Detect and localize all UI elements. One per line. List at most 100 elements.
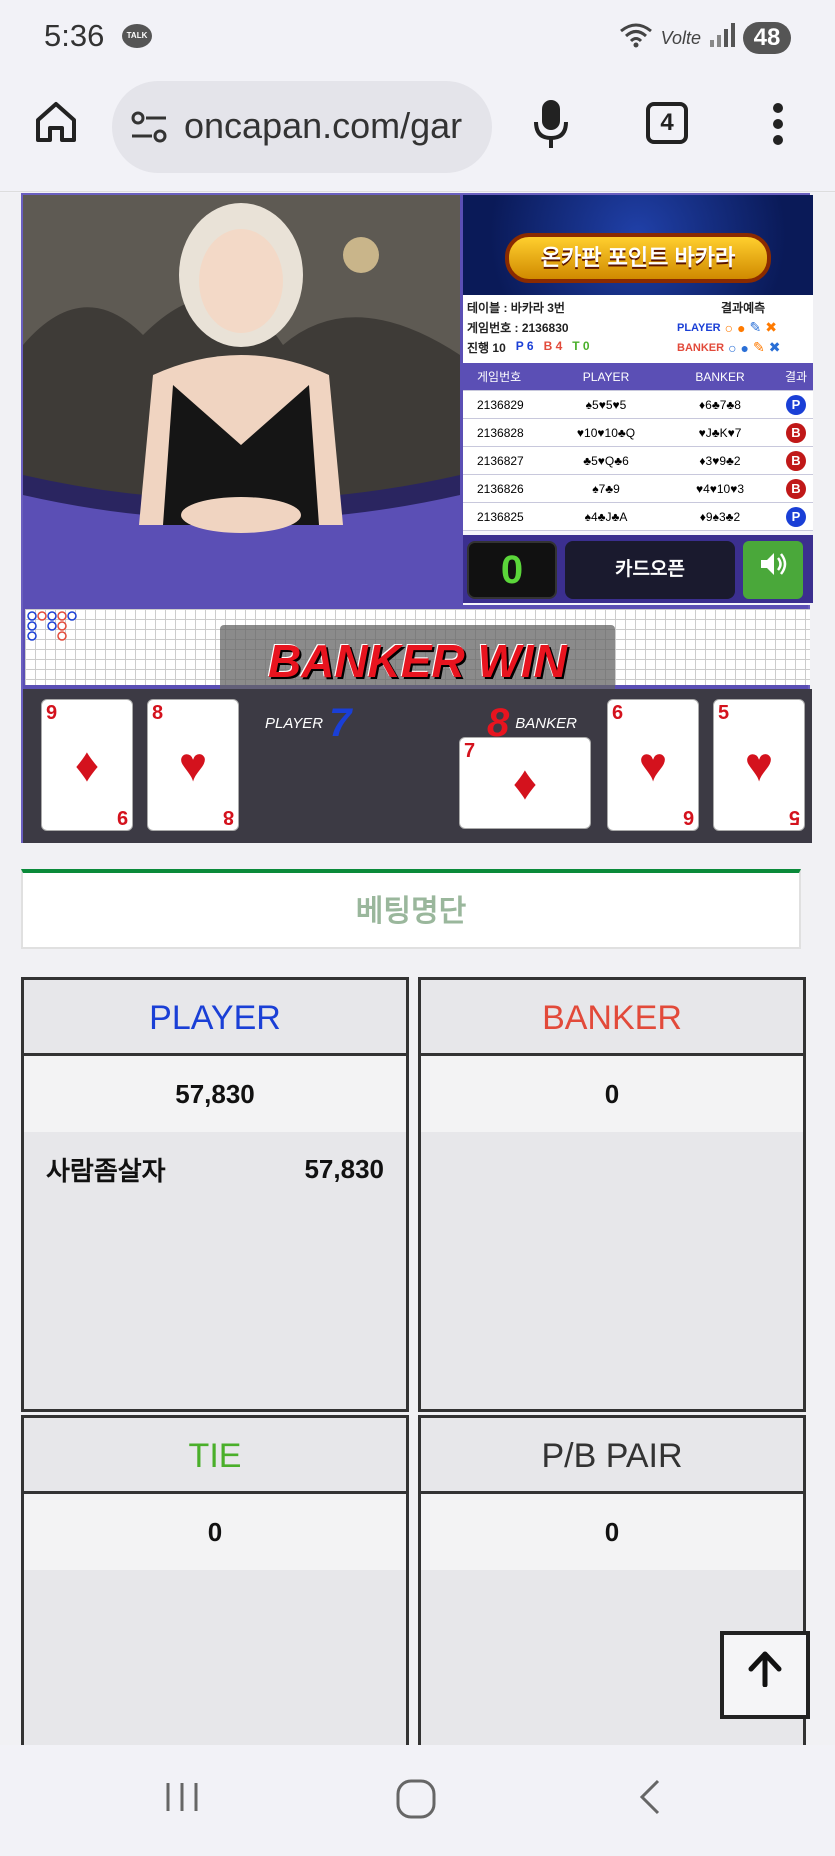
predict-label: 결과예측 (721, 301, 766, 315)
home-nav-icon[interactable] (386, 1777, 446, 1825)
history-row: 2136826 ♠7♣9 ♥4♥10♥3 B (463, 475, 813, 503)
dealer-image (23, 195, 460, 605)
card-rank-bottom: 9 (116, 806, 128, 828)
player-bet-column: PLAYER 57,830 사람좀살자 57,830 (21, 977, 409, 1412)
pair-bet-label: P/B PAIR (421, 1418, 803, 1494)
history-banker-cards: ♦6♣7♣8 (699, 397, 741, 412)
scroll-top-button[interactable] (720, 1631, 810, 1719)
tie-bet-total: 0 (24, 1494, 406, 1570)
banker-score-label: BANKER (515, 715, 577, 732)
bead-road-marks (27, 611, 77, 641)
card-rank-bottom: 6 (682, 806, 694, 828)
recent-apps-icon[interactable] (152, 1777, 212, 1825)
speaker-icon (758, 553, 788, 585)
table-label: 테이블 : 바카라 3번 (467, 301, 565, 315)
sound-toggle-button[interactable] (743, 541, 803, 599)
predict-pen-icon[interactable]: ✎ (753, 339, 765, 356)
banker-card-rotated: 7 ♦ (459, 737, 591, 829)
history-no: 2136828 (477, 425, 524, 440)
predict-player-label: PLAYER (677, 321, 721, 334)
arrow-up-icon (748, 1651, 782, 1695)
signal-icon (709, 22, 735, 54)
history-header-result: 결과 (784, 370, 808, 384)
banker-bet-label: BANKER (421, 980, 803, 1056)
history-result-badge: B (786, 478, 806, 499)
player-bet-total: 57,830 (24, 1056, 406, 1132)
game-banner: 온카판 포인트 바카라 (463, 195, 813, 295)
history-banker-cards: ♦3♥9♣2 (699, 453, 741, 468)
predict-circle-outline[interactable]: ○ (728, 340, 736, 356)
predict-circle-filled[interactable]: ● (741, 340, 749, 356)
url-text: oncapan.com/gar (184, 105, 463, 146)
history-no: 2136825 (477, 509, 524, 524)
status-time: 5:36 (44, 18, 105, 53)
history-banker-cards: ♥J♣K♥7 (698, 425, 742, 440)
bet-entry: 사람좀살자 57,830 (24, 1132, 406, 1206)
tie-bet-column: TIE 0 (21, 1415, 409, 1745)
history-banker-cards: ♦9♠3♣2 (699, 509, 741, 524)
history-player-cards: ♠7♣9 (592, 481, 620, 496)
browser-toolbar: oncapan.com/gar 4 (0, 76, 835, 192)
tie-bet-label: TIE (24, 1418, 406, 1494)
history-header-no: 게임번호 (477, 370, 522, 384)
predict-banker-row: BANKER ○ ● ✎ ✖ (677, 339, 780, 356)
progress-row: 진행 10 P 6 B 4 T 0 (467, 339, 590, 356)
card-table: 9 ♦ 9 8 ♥ 8 PLAYER 7 8 BANKER 7 ♦ 6 ♥ 6 … (23, 689, 812, 843)
predict-pen-icon[interactable]: ✎ (750, 319, 762, 336)
game-history-table: 게임번호 PLAYER BANKER 결과 2136829 ♠5♥5♥5 ♦6♣… (463, 363, 813, 533)
countdown-timer: 0 (467, 541, 557, 599)
home-icon[interactable] (34, 100, 78, 149)
site-settings-icon[interactable] (130, 109, 168, 150)
player-card: 9 ♦ 9 (41, 699, 133, 831)
predict-circle-filled[interactable]: ● (737, 320, 745, 336)
predict-circle-outline[interactable]: ○ (725, 320, 733, 336)
history-row: 2136829 ♠5♥5♥5 ♦6♣7♣8 P (463, 391, 813, 419)
talk-notification-icon: TALK (122, 24, 152, 48)
history-row: 2136825 ♠4♣J♣A ♦9♠3♣2 P (463, 503, 813, 531)
predict-x-icon[interactable]: ✖ (765, 319, 777, 336)
game-info-panel: 온카판 포인트 바카라 테이블 : 바카라 3번 게임번호 : 2136830 … (460, 195, 813, 605)
banker-bet-total: 0 (421, 1056, 803, 1132)
history-no: 2136827 (477, 453, 524, 468)
player-score-box: PLAYER 7 (265, 701, 351, 746)
history-banker-cards: ♥4♥10♥3 (695, 481, 745, 496)
banner-title: 온카판 포인트 바카라 (505, 233, 771, 283)
bet-amount: 57,830 (304, 1153, 384, 1184)
more-menu-icon[interactable] (772, 102, 784, 151)
battery-indicator: 48 (743, 22, 791, 54)
player-win-count: P 6 (515, 339, 534, 353)
player-card: 8 ♥ 8 (147, 699, 239, 831)
card-open-button[interactable]: 카드오픈 (565, 541, 735, 599)
history-result-badge: P (786, 506, 806, 527)
result-banner: BANKER WIN (220, 625, 615, 697)
back-icon[interactable] (620, 1777, 680, 1825)
predict-x-icon[interactable]: ✖ (769, 339, 781, 356)
card-rank-bottom: 5 (788, 806, 800, 828)
banker-bet-column: BANKER 0 (418, 977, 806, 1412)
predict-player-row: PLAYER ○ ● ✎ ✖ (677, 319, 777, 336)
game-info: 테이블 : 바카라 3번 게임번호 : 2136830 진행 10 P 6 B … (463, 295, 813, 363)
wifi-icon (619, 21, 653, 55)
betting-list-heading: 베팅명단 (21, 869, 801, 949)
bettor-name: 사람좀살자 (46, 1155, 166, 1186)
history-result-badge: B (786, 450, 806, 471)
game-number: 게임번호 : 2136830 (467, 321, 569, 335)
dealer-video (23, 195, 460, 605)
baccarat-game: 온카판 포인트 바카라 테이블 : 바카라 3번 게임번호 : 2136830 … (21, 193, 813, 843)
microphone-icon[interactable] (532, 98, 570, 155)
banker-card: 5 ♥ 5 (713, 699, 805, 831)
history-header-banker: BANKER (695, 369, 745, 384)
banker-hand: 8 BANKER 7 ♦ 6 ♥ 6 5 ♥ 5 (419, 691, 809, 841)
history-player-cards: ♥10♥10♣Q (576, 425, 636, 440)
history-result-badge: B (786, 422, 806, 443)
history-no: 2136826 (477, 481, 524, 496)
address-bar[interactable]: oncapan.com/gar (112, 81, 492, 173)
tab-switcher-button[interactable]: 4 (646, 102, 688, 144)
pair-bet-total: 0 (421, 1494, 803, 1570)
history-player-cards: ♠4♣J♣A (584, 509, 628, 524)
player-hand: 9 ♦ 9 8 ♥ 8 PLAYER 7 (23, 691, 413, 841)
history-player-cards: ♠5♥5♥5 (585, 397, 627, 412)
history-header: 게임번호 PLAYER BANKER 결과 (463, 363, 813, 391)
card-suit: ♦ (512, 756, 538, 810)
system-navigation-bar (0, 1745, 835, 1856)
